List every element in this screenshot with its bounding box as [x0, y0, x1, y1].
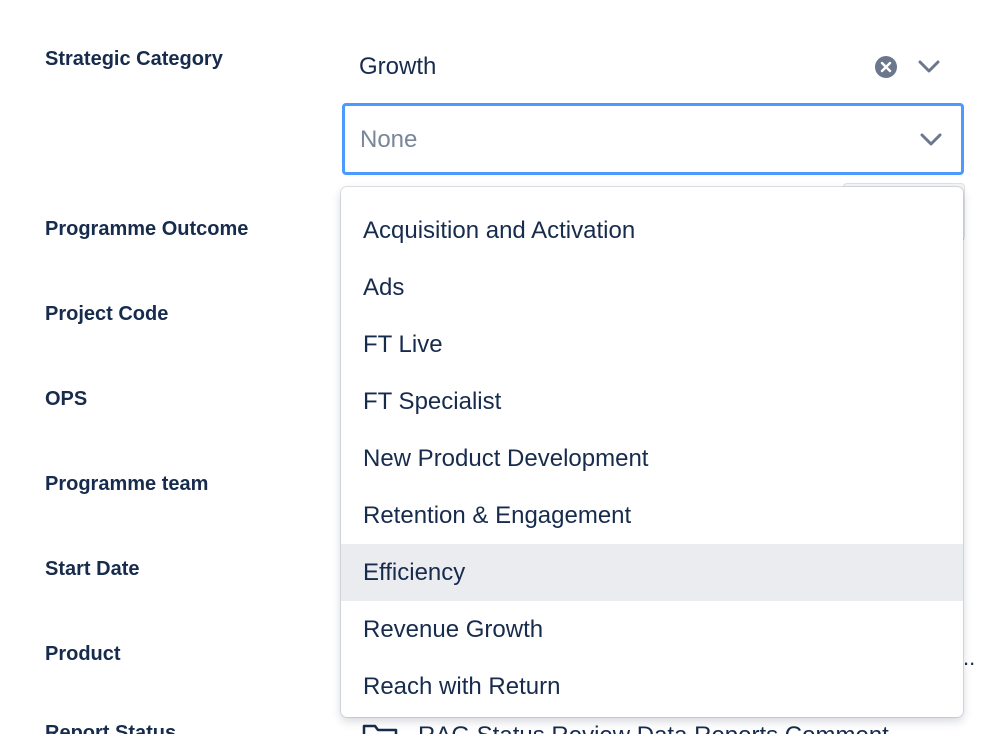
- menu-option-highlighted[interactable]: Efficiency: [341, 544, 963, 601]
- label-start-date: Start Date: [45, 558, 140, 580]
- menu-options: Acquisition and Activation Ads FT Live F…: [341, 202, 963, 715]
- label-report-status: Report Status: [45, 722, 177, 734]
- menu-option[interactable]: Ads: [341, 259, 963, 316]
- folder-icon: [362, 724, 398, 734]
- report-status-row: Report Status RAG Status Review Data Rep…: [0, 722, 999, 734]
- menu-option[interactable]: FT Specialist: [341, 373, 963, 430]
- chevron-down-icon[interactable]: [918, 60, 940, 74]
- clear-icon[interactable]: [875, 56, 897, 78]
- chevron-down-icon[interactable]: [920, 133, 942, 147]
- menu-option[interactable]: Retention & Engagement: [341, 487, 963, 544]
- strategic-category-menu: Acquisition and Activation Ads FT Live F…: [341, 187, 963, 717]
- label-programme-outcome: Programme Outcome: [45, 218, 249, 240]
- menu-option[interactable]: Revenue Growth: [341, 601, 963, 658]
- strategic-category-value: Growth: [359, 53, 437, 80]
- menu-option[interactable]: FT Live: [341, 316, 963, 373]
- menu-option[interactable]: New Product Development: [341, 430, 963, 487]
- strategic-category-select[interactable]: None: [342, 103, 964, 175]
- report-status-link[interactable]: RAG Status Review Data Reports Comment: [418, 722, 889, 734]
- menu-option[interactable]: Acquisition and Activation: [341, 202, 963, 259]
- product-value-overflow: ..: [963, 645, 976, 670]
- label-ops: OPS: [45, 388, 88, 410]
- label-programme-team: Programme team: [45, 473, 209, 495]
- select-placeholder: None: [360, 126, 418, 153]
- label-project-code: Project Code: [45, 303, 169, 325]
- strategic-category-value-row[interactable]: Growth: [342, 38, 962, 96]
- menu-option[interactable]: Reach with Return: [341, 658, 963, 715]
- label-product: Product: [45, 643, 121, 665]
- label-strategic-category: Strategic Category: [45, 48, 223, 70]
